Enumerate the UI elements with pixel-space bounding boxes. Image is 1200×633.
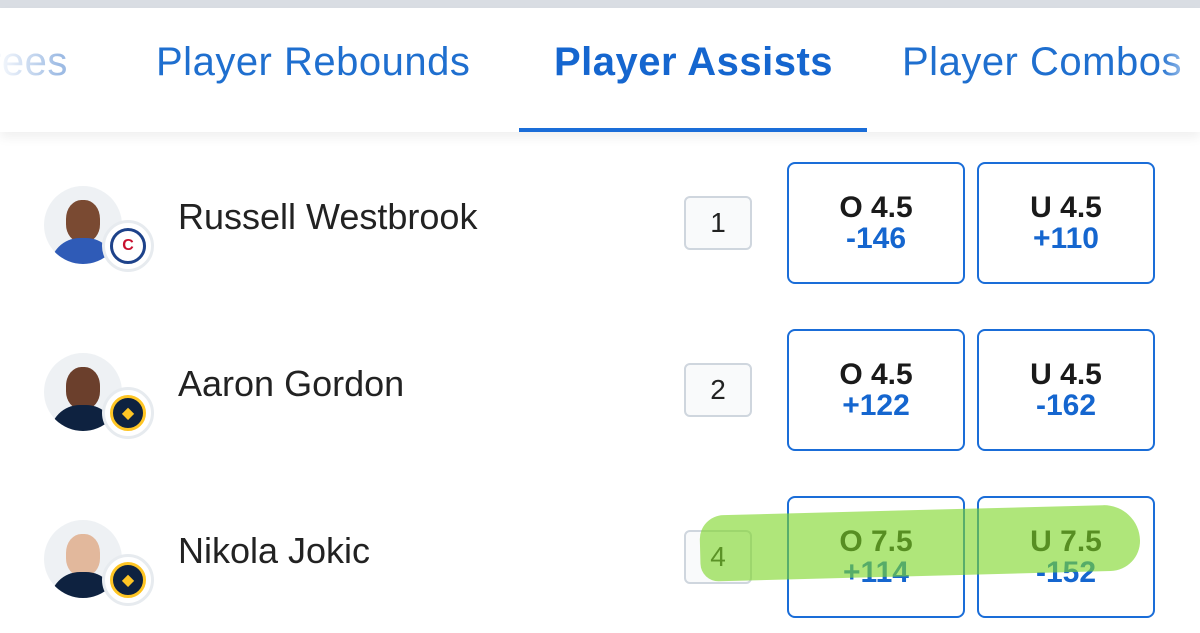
over-line: O 4.5 <box>839 190 913 224</box>
under-odds-button[interactable]: U 4.5 -162 <box>977 329 1155 451</box>
nuggets-logo-icon: ◆ <box>102 554 154 606</box>
player-name: Nikola Jokic <box>178 530 371 571</box>
tab-player-rebounds[interactable]: Player Rebounds <box>156 40 470 85</box>
nuggets-logo-icon: ◆ <box>102 387 154 439</box>
tab-fade-right <box>1160 8 1200 132</box>
player-rank-badge: 1 <box>684 196 752 250</box>
active-tab-indicator <box>519 128 867 132</box>
nuggets-logo-mark: ◆ <box>110 395 146 431</box>
under-line: U 7.5 <box>1030 524 1102 558</box>
under-line: U 4.5 <box>1030 357 1102 391</box>
player-name: Aaron Gordon <box>178 363 405 404</box>
over-price: -146 <box>845 222 907 255</box>
player-row: ◆ Nikola Jokic 4 O 7.5 +114 U 7.5 -152 <box>0 496 1200 633</box>
market-tab-bar: rees Player Rebounds Player Assists Play… <box>0 8 1200 132</box>
over-odds-button[interactable]: O 4.5 +122 <box>787 329 965 451</box>
tab-fade-left <box>0 8 60 132</box>
player-row: ◆ Aaron Gordon 2 O 4.5 +122 U 4.5 -162 <box>0 329 1200 469</box>
under-odds-button[interactable]: U 4.5 +110 <box>977 162 1155 284</box>
under-odds-button[interactable]: U 7.5 -152 <box>977 496 1155 618</box>
top-divider <box>0 0 1200 8</box>
under-line: U 4.5 <box>1030 190 1102 224</box>
over-odds-button[interactable]: O 4.5 -146 <box>787 162 965 284</box>
player-props-screen: rees Player Rebounds Player Assists Play… <box>0 0 1200 633</box>
under-price: -162 <box>1035 389 1097 422</box>
player-head-shape <box>66 200 100 242</box>
tab-player-assists[interactable]: Player Assists <box>554 40 833 85</box>
over-odds-button[interactable]: O 7.5 +114 <box>787 496 965 618</box>
under-price: +110 <box>1033 222 1099 255</box>
player-rank-badge: 2 <box>684 363 752 417</box>
player-rank-badge: 4 <box>684 530 752 584</box>
player-head-shape <box>66 367 100 409</box>
player-row: C Russell Westbrook 1 O 4.5 -146 U 4.5 +… <box>0 162 1200 302</box>
over-line: O 4.5 <box>839 357 913 391</box>
clippers-logo-icon: C <box>102 220 154 272</box>
tab-player-combos[interactable]: Player Combos <box>902 40 1182 85</box>
nuggets-logo-mark: ◆ <box>110 562 146 598</box>
player-head-shape <box>66 534 100 576</box>
over-price: +122 <box>842 389 910 422</box>
over-line: O 7.5 <box>839 524 913 558</box>
player-name: Russell Westbrook <box>178 196 478 237</box>
over-price: +114 <box>843 556 909 589</box>
clippers-logo-mark: C <box>110 228 146 264</box>
under-price: -152 <box>1035 556 1097 589</box>
